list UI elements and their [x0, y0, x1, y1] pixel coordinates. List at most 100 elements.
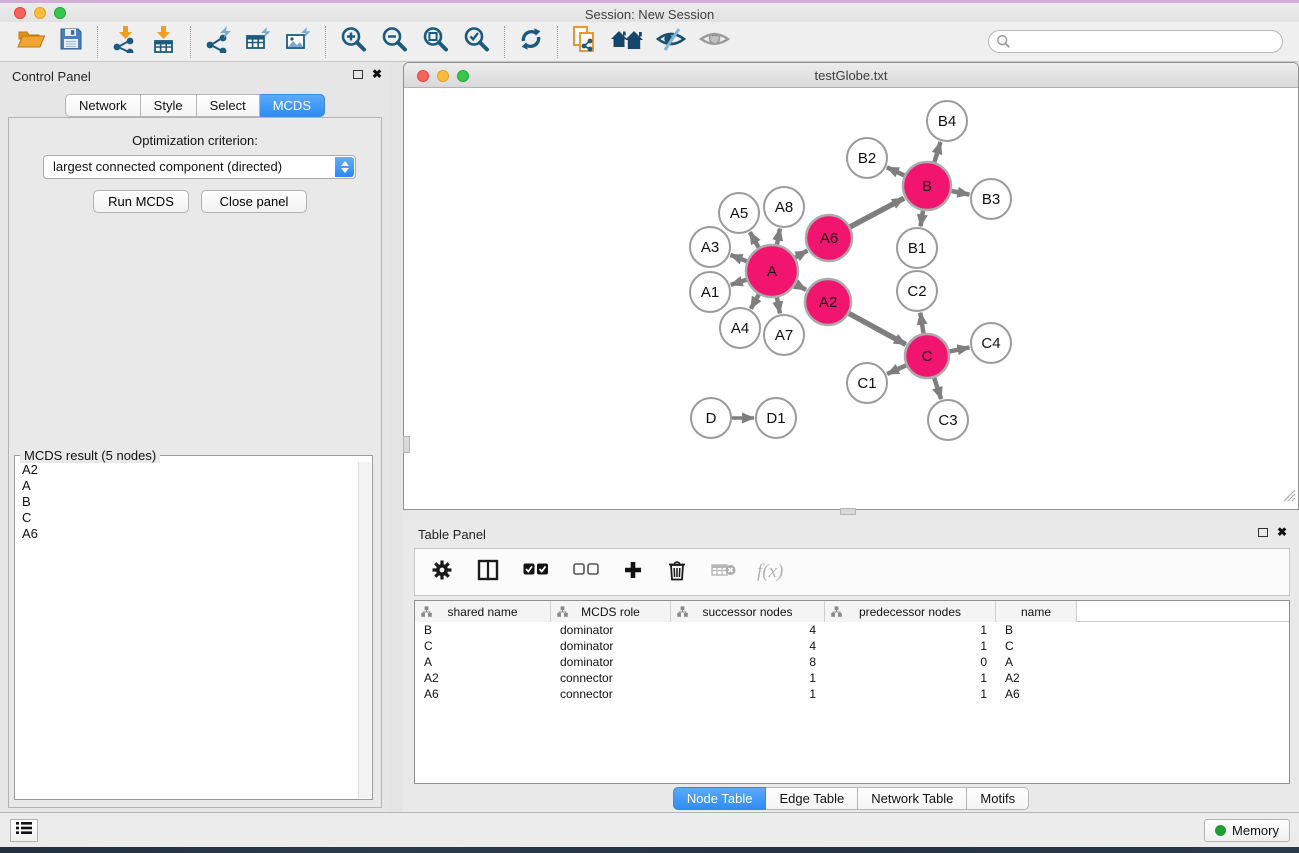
mcds-result-item[interactable]: C	[16, 510, 358, 526]
import-table-button[interactable]	[144, 23, 183, 60]
graph-node-A1[interactable]: A1	[690, 272, 730, 312]
graph-edge-A-A8[interactable]	[777, 229, 780, 245]
graph-edge-B-B1[interactable]	[921, 211, 924, 227]
criterion-select[interactable]: largest connected component (directed)	[43, 155, 356, 179]
graph-node-D[interactable]: D	[691, 398, 731, 438]
show-graphics-details-button[interactable]	[693, 25, 736, 59]
graph-node-C[interactable]: C	[905, 334, 949, 378]
delete-columns-button[interactable]	[661, 557, 693, 588]
graph-edge-A2-C[interactable]	[849, 314, 906, 345]
graph-node-D1[interactable]: D1	[756, 398, 796, 438]
column-header-successor-nodes[interactable]: successor nodes	[671, 601, 825, 622]
table-row[interactable]: Adominator80A	[415, 654, 1289, 670]
export-network-button[interactable]	[198, 23, 238, 60]
control-tab-network[interactable]: Network	[65, 94, 141, 117]
graph-node-B1[interactable]: B1	[897, 228, 937, 268]
mcds-result-item[interactable]: A	[16, 478, 358, 494]
mcds-result-item[interactable]: A2	[16, 462, 358, 478]
graph-node-C2[interactable]: C2	[897, 271, 937, 311]
node-table[interactable]: shared nameMCDS rolesuccessor nodesprede…	[414, 600, 1290, 784]
graph-node-A4[interactable]: A4	[720, 308, 760, 348]
panels-menu-button[interactable]	[10, 819, 38, 842]
table-row[interactable]: A6connector11A6	[415, 686, 1289, 702]
column-header-name[interactable]: name	[996, 601, 1077, 622]
table-tab-network-table[interactable]: Network Table	[858, 787, 967, 810]
hide-graphics-details-button[interactable]	[650, 25, 693, 59]
control-tab-mcds[interactable]: MCDS	[260, 94, 325, 117]
canvas-collapse-handle[interactable]	[403, 436, 410, 453]
zoom-out-button[interactable]	[374, 24, 415, 60]
graph-edge-A-A1[interactable]	[731, 280, 747, 285]
graph-node-B2[interactable]: B2	[847, 138, 887, 178]
close-panel-icon[interactable]: ✖	[372, 69, 382, 79]
mcds-result-item[interactable]: B	[16, 494, 358, 510]
graph-node-A3[interactable]: A3	[690, 227, 730, 267]
graph-node-A8[interactable]: A8	[764, 187, 804, 227]
table-tab-edge-table[interactable]: Edge Table	[766, 787, 858, 810]
graph-edge-C-C2[interactable]	[920, 313, 923, 334]
graph-node-B4[interactable]: B4	[927, 101, 967, 141]
result-scrollbar[interactable]	[358, 462, 371, 798]
graph-node-C1[interactable]: C1	[847, 363, 887, 403]
divider-handle[interactable]	[840, 508, 856, 515]
import-network-button[interactable]	[105, 23, 144, 60]
table-row[interactable]: Bdominator41B	[415, 622, 1289, 638]
network-close-button[interactable]	[417, 70, 429, 82]
network-zoom-button[interactable]	[457, 70, 469, 82]
network-window-titlebar[interactable]: testGlobe.txt	[404, 63, 1298, 88]
export-table-button[interactable]	[238, 23, 278, 60]
minimize-window-button[interactable]	[34, 7, 46, 19]
zoom-window-button[interactable]	[54, 7, 66, 19]
create-column-button[interactable]	[617, 558, 649, 587]
graph-edge-B-B4[interactable]	[934, 142, 940, 162]
graph-edge-A-A7[interactable]	[777, 298, 780, 314]
close-window-button[interactable]	[14, 7, 26, 19]
control-tab-style[interactable]: Style	[141, 94, 197, 117]
save-session-button[interactable]	[52, 24, 90, 59]
show-column-panel-button[interactable]	[471, 557, 505, 588]
close-panel-button[interactable]: Close panel	[201, 190, 307, 213]
network-overview-button[interactable]	[604, 25, 650, 59]
duplicate-network-button[interactable]	[565, 23, 604, 61]
graph-node-B3[interactable]: B3	[971, 179, 1011, 219]
control-tab-select[interactable]: Select	[197, 94, 260, 117]
panel-splitter[interactable]	[390, 62, 403, 812]
graph-node-B[interactable]: B	[903, 162, 951, 210]
export-image-button[interactable]	[278, 23, 318, 60]
refresh-button[interactable]	[512, 24, 550, 59]
delete-table-button[interactable]	[705, 559, 743, 586]
graph-edge-A6-B[interactable]	[850, 198, 904, 227]
select-all-columns-button[interactable]	[517, 561, 555, 583]
table-tab-motifs[interactable]: Motifs	[967, 787, 1029, 810]
column-header-MCDS-role[interactable]: MCDS role	[551, 601, 671, 622]
graph-edge-A-A3[interactable]	[731, 255, 747, 261]
network-canvas[interactable]: AA1A2A3A4A5A6A7A8BB1B2B3B4CC1C2C3C4DD1	[404, 89, 1298, 509]
table-tab-node-table[interactable]: Node Table	[673, 787, 767, 810]
graph-edge-C-C3[interactable]	[934, 378, 941, 399]
graph-edge-A-A5[interactable]	[750, 232, 759, 247]
network-minimize-button[interactable]	[437, 70, 449, 82]
graph-edge-B-B2[interactable]	[887, 167, 904, 175]
graph-node-A2[interactable]: A2	[805, 279, 851, 325]
main-titlebar[interactable]: Session: New Session	[0, 3, 1299, 22]
float-panel-icon[interactable]	[353, 70, 363, 79]
graph-node-A[interactable]: A	[746, 245, 798, 297]
table-settings-button[interactable]	[425, 557, 459, 588]
unselect-all-columns-button[interactable]	[567, 561, 605, 583]
graph-edge-A-A2[interactable]	[796, 284, 807, 290]
run-mcds-button[interactable]: Run MCDS	[93, 190, 189, 213]
function-builder-button[interactable]: f(x)	[757, 561, 783, 583]
resize-grip-icon[interactable]	[1283, 489, 1296, 507]
graph-edge-A-A6[interactable]	[795, 251, 807, 258]
graph-node-C3[interactable]: C3	[928, 400, 968, 440]
table-row[interactable]: Cdominator41C	[415, 638, 1289, 654]
zoom-in-button[interactable]	[333, 24, 374, 60]
graph-node-A5[interactable]: A5	[719, 193, 759, 233]
float-panel-icon[interactable]	[1258, 528, 1268, 537]
open-session-button[interactable]	[10, 24, 52, 59]
graph-edge-C-C1[interactable]	[887, 365, 906, 374]
graph-node-A6[interactable]: A6	[806, 215, 852, 261]
graph-edge-B-B3[interactable]	[952, 191, 970, 195]
close-panel-icon[interactable]: ✖	[1277, 527, 1287, 537]
graph-edge-C-C4[interactable]	[950, 347, 970, 351]
